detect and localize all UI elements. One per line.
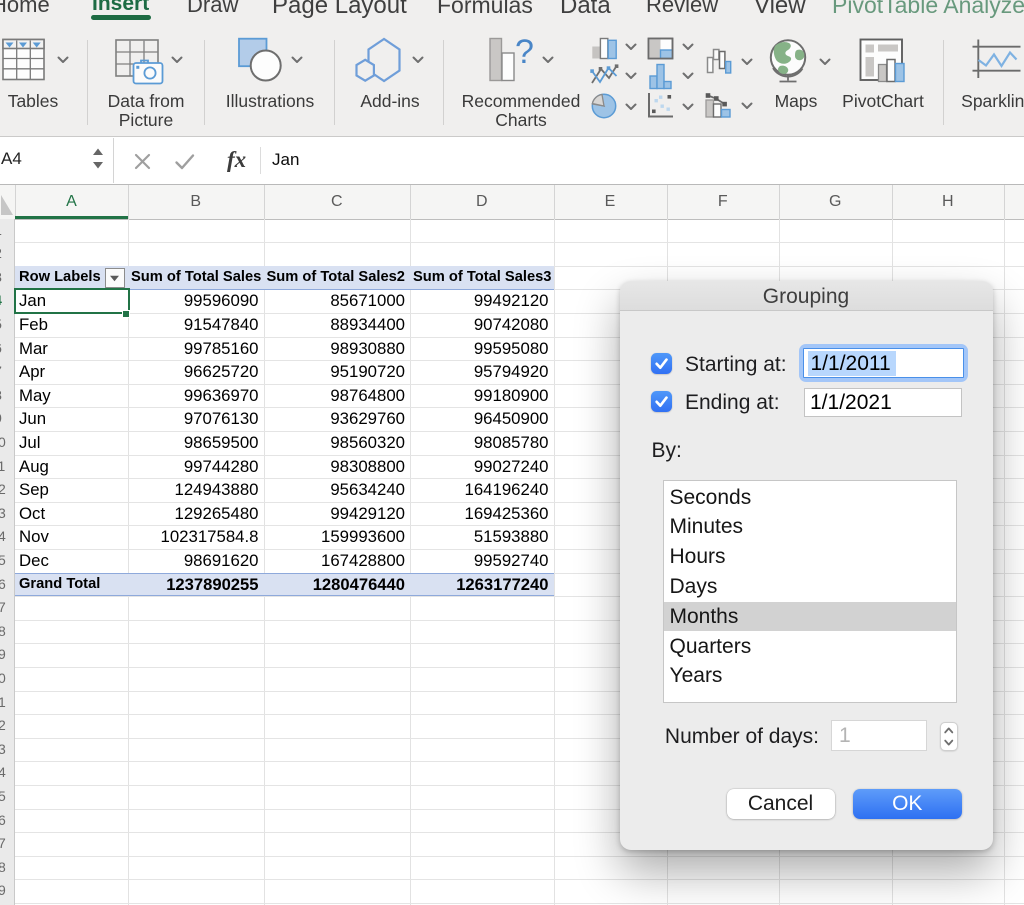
svg-text:?: ? [515,33,534,71]
